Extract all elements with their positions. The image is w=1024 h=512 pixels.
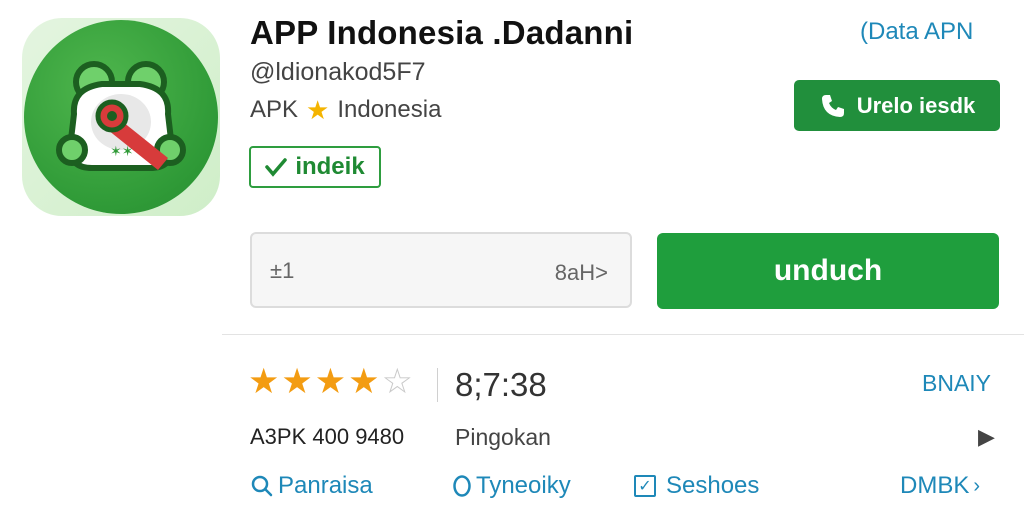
apk-size-label: A3PK 400 9480: [250, 424, 405, 449]
circle-icon: [453, 475, 471, 497]
star-icon: ★: [306, 95, 330, 125]
rating-count: 8;7:38: [455, 366, 547, 403]
checkbox-icon: ✓: [634, 475, 656, 497]
app-icon: ✶✶: [22, 18, 220, 216]
chevron-right-icon: ›: [973, 474, 981, 497]
version-right-value: 8aH>: [554, 260, 608, 285]
download-button[interactable]: unduch: [657, 233, 999, 309]
rating-stars: ★ ★ ★ ★ ☆: [248, 364, 413, 399]
star-icon: ★: [314, 362, 347, 401]
app-type-label: APK: [250, 96, 299, 123]
support-button[interactable]: Urelo iesdk: [794, 80, 1000, 131]
verified-tag: indeik: [249, 146, 381, 188]
bottom-nav-circle-label: Tyneoiky: [476, 472, 571, 499]
version-left-value: ±1: [270, 258, 295, 283]
bottom-nav-more[interactable]: DMBK ›: [900, 472, 980, 500]
bottom-nav-checkbox-label: Seshoes: [666, 472, 760, 499]
frog-mascot-icon: ✶✶: [56, 61, 186, 171]
chevron-right-icon[interactable]: ▶: [978, 424, 995, 450]
developer-handle[interactable]: @ldionakod5F7: [250, 58, 426, 87]
section-divider: [222, 334, 1024, 335]
bottom-nav-checkbox[interactable]: ✓ Seshoes: [634, 472, 759, 500]
bottom-nav-circle[interactable]: Tyneoiky: [452, 472, 571, 500]
check-leaf-icon: [265, 158, 288, 177]
app-region-label: Indonesia: [337, 96, 442, 123]
app-title: APP Indonesia .Dadanni: [250, 14, 634, 51]
phone-icon: [821, 94, 844, 117]
details-link[interactable]: BNAIY: [922, 370, 991, 397]
bottom-nav-search-label: Panraisa: [278, 472, 373, 499]
app-meta-row: APK ★ Indonesia: [250, 96, 441, 124]
star-icon: ★: [281, 362, 313, 401]
bottom-nav-search[interactable]: Panraisa: [250, 472, 373, 500]
rating-separator: [437, 368, 438, 402]
tag-label: indeik: [295, 153, 365, 180]
bottom-nav-more-label: DMBK: [900, 472, 970, 499]
star-icon: ★: [348, 362, 380, 401]
star-outline-icon: ☆: [381, 362, 413, 401]
svg-text:✶✶: ✶✶: [110, 144, 133, 160]
version-selector[interactable]: ±1 8aH>: [250, 232, 632, 308]
search-icon: [251, 475, 273, 497]
category-label[interactable]: Pingokan: [455, 424, 551, 451]
support-button-label: Urelo iesdk: [856, 92, 976, 118]
star-icon: ★: [248, 362, 280, 401]
data-apn-link[interactable]: (Data APN: [860, 18, 973, 46]
